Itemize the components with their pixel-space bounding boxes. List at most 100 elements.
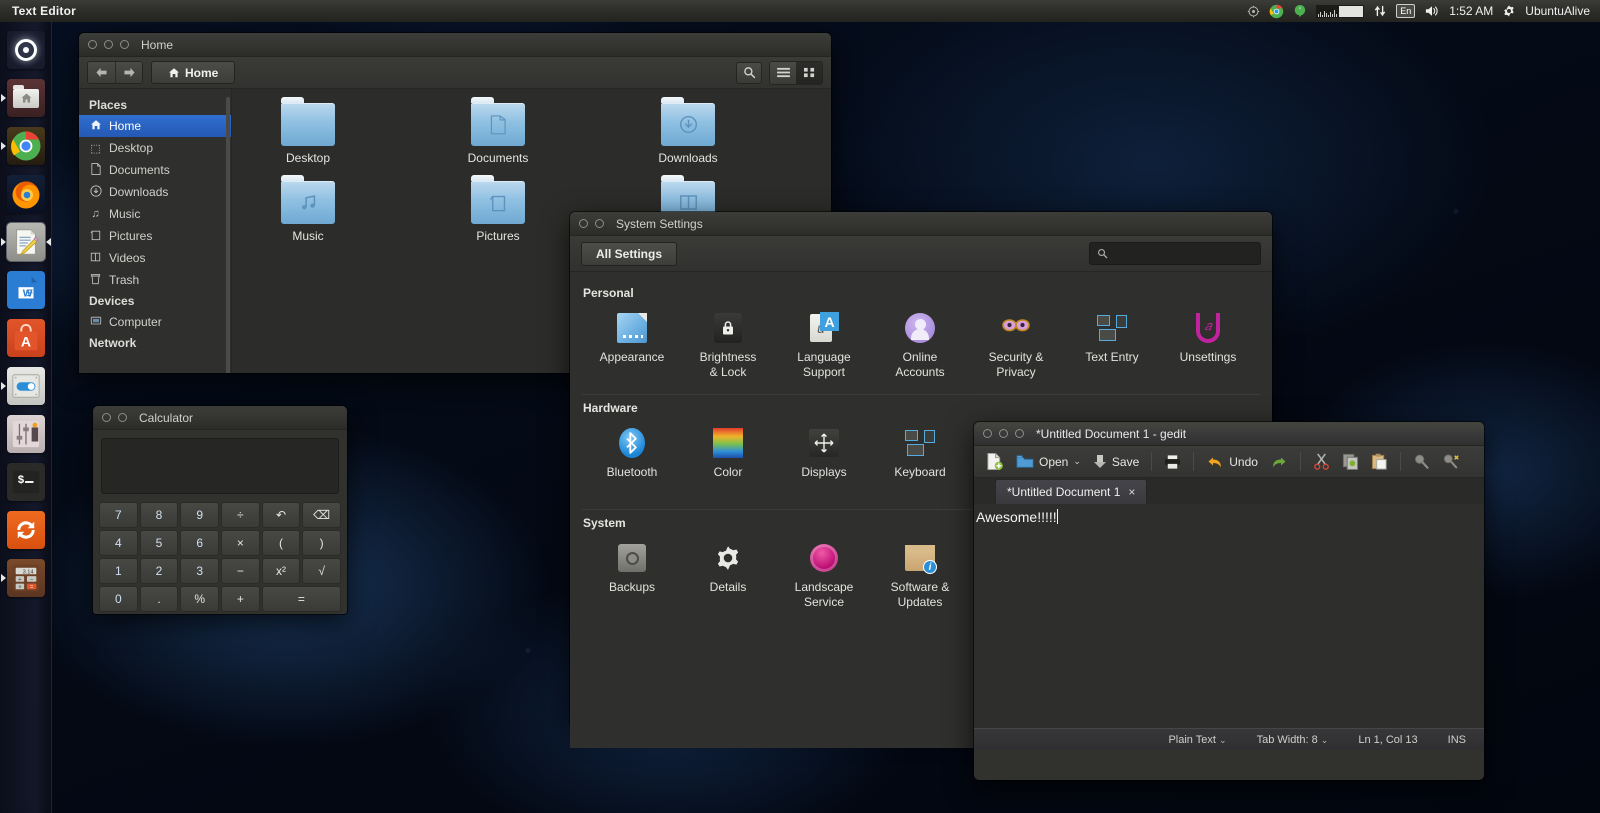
settings-item-text-entry[interactable]: Text Entry [1064,306,1160,390]
hangouts-indicator-icon[interactable]: ” [1293,0,1307,22]
panel-app-title[interactable]: Text Editor [12,4,76,18]
sidebar-item-music[interactable]: ♫ Music [79,203,231,225]
sidebar-item-videos[interactable]: Videos [79,247,231,269]
file-item-downloads[interactable]: Downloads [628,97,748,165]
calc-key-subtract[interactable]: − [221,558,260,584]
settings-item-keyboard[interactable]: Keyboard [872,421,968,505]
redo-button[interactable] [1267,450,1291,474]
sidebar-item-computer[interactable]: Computer [79,311,231,333]
language-selector[interactable]: Plain Text ⌄ [1168,734,1226,746]
calc-key-equals[interactable]: = [261,586,341,612]
calc-key-decimal[interactable]: . [139,586,179,612]
minimize-button[interactable] [595,219,604,228]
launcher-item-gedit[interactable] [0,218,52,266]
session-gear-icon[interactable] [1502,0,1516,22]
launcher-item-sound-mixer[interactable] [0,410,52,458]
tab-untitled-document-1[interactable]: *Untitled Document 1 × [995,479,1148,504]
minimize-button[interactable] [999,429,1008,438]
search-icon[interactable] [736,61,762,84]
settings-item-color[interactable]: Color [680,421,776,505]
open-button[interactable]: Open ⌄ [1013,450,1084,474]
calc-key-7[interactable]: 7 [99,502,138,528]
calc-key-0[interactable]: 0 [99,586,138,612]
settings-item-language-support[interactable]: иA LanguageSupport [776,306,872,390]
launcher-item-system-settings[interactable] [0,362,52,410]
launcher-item-software-center[interactable]: A [0,314,52,362]
settings-item-displays[interactable]: Displays [776,421,872,505]
calc-key-add[interactable]: + [221,586,260,612]
panel-clock[interactable]: 1:52 AM [1449,0,1493,22]
print-button[interactable] [1161,450,1184,474]
sidebar-item-downloads[interactable]: Downloads [79,181,231,203]
settings-item-unsettings[interactable]: 𝑎 Unsettings [1160,306,1256,390]
minimize-button[interactable] [104,40,113,49]
sidebar-scrollbar[interactable] [226,97,230,373]
panel-username[interactable]: UbuntuAlive [1525,0,1590,22]
calc-key-multiply[interactable]: × [221,530,260,556]
sidebar-item-pictures[interactable]: Pictures [79,225,231,247]
settings-item-online-accounts[interactable]: Online Accounts [872,306,968,390]
chevron-down-icon[interactable]: ⌄ [1073,456,1081,467]
settings-item-security-privacy[interactable]: Security & Privacy [968,306,1064,390]
calc-key-percent[interactable]: % [180,586,219,612]
grid-view-button[interactable] [796,61,822,84]
calc-key-8[interactable]: 8 [139,502,179,528]
settings-titlebar[interactable]: System Settings [570,212,1272,236]
sidebar-item-documents[interactable]: Documents [79,159,231,181]
calc-key-5[interactable]: 5 [139,530,179,556]
find-button[interactable] [1410,450,1433,474]
network-graph-icon[interactable] [1316,0,1365,22]
launcher-item-trash[interactable] [0,804,52,813]
settings-item-backups[interactable]: Backups [584,536,680,620]
back-button[interactable] [88,62,115,83]
calc-key-3[interactable]: 3 [180,558,219,584]
sidebar-item-desktop[interactable]: ⬚ Desktop [79,137,231,159]
volume-indicator-icon[interactable] [1424,0,1440,22]
maximize-button[interactable] [1015,429,1024,438]
sidebar-item-trash[interactable]: Trash [79,269,231,291]
calc-key-9[interactable]: 9 [180,502,219,528]
close-button[interactable] [88,40,97,49]
settings-item-brightness-lock[interactable]: Brightness & Lock [680,306,776,390]
launcher-item-chrome[interactable] [0,122,52,170]
new-document-button[interactable] [982,450,1007,474]
cut-button[interactable] [1310,450,1333,474]
settings-item-software-updates[interactable]: i Software & Updates [872,536,968,620]
close-button[interactable] [102,413,111,422]
gedit-window[interactable]: *Untitled Document 1 - gedit Open ⌄ Save… [974,422,1484,780]
settings-item-bluetooth[interactable]: Bluetooth [584,421,680,505]
maximize-button[interactable] [120,40,129,49]
settings-item-details[interactable]: Details [680,536,776,620]
settings-item-appearance[interactable]: Appearance [584,306,680,390]
settings-search-input[interactable] [1089,242,1261,265]
gedit-titlebar[interactable]: *Untitled Document 1 - gedit [974,422,1484,446]
calc-key-4[interactable]: 4 [99,530,138,556]
file-item-pictures[interactable]: Pictures [438,175,558,243]
settings-item-landscape-service[interactable]: Landscape Service [776,536,872,620]
close-button[interactable] [983,429,992,438]
launcher-item-update-manager[interactable] [0,506,52,554]
calc-key-divide[interactable]: ÷ [221,502,260,528]
list-view-button[interactable] [770,61,796,84]
replace-button[interactable] [1439,450,1463,474]
calculator-titlebar[interactable]: Calculator [93,406,347,430]
minimize-button[interactable] [118,413,127,422]
file-item-desktop[interactable]: Desktop [248,97,368,165]
launcher-item-firefox[interactable] [0,170,52,218]
file-item-documents[interactable]: Documents [438,97,558,165]
launcher-item-calculator[interactable]: 3.14 + − × = [0,554,52,602]
copy-button[interactable] [1339,450,1362,474]
calc-key-backspace[interactable]: ⌫ [302,502,341,528]
calculator-window[interactable]: Calculator 7 8 9 ÷ ↶ ⌫ 4 5 6 × ( ) 1 2 3… [93,406,347,614]
calc-key-square[interactable]: x² [261,558,301,584]
launcher-item-files[interactable] [0,74,52,122]
close-button[interactable] [579,219,588,228]
calc-key-1[interactable]: 1 [99,558,138,584]
calc-key-sqrt[interactable]: √ [302,558,341,584]
calc-key-paren-open[interactable]: ( [261,530,301,556]
network-indicator-icon[interactable] [1373,0,1387,22]
forward-button[interactable] [115,62,142,83]
keyboard-layout-indicator[interactable]: En [1396,0,1416,22]
gedit-text-area[interactable]: Awesome!!!!! [974,504,1484,728]
paste-button[interactable] [1368,450,1391,474]
